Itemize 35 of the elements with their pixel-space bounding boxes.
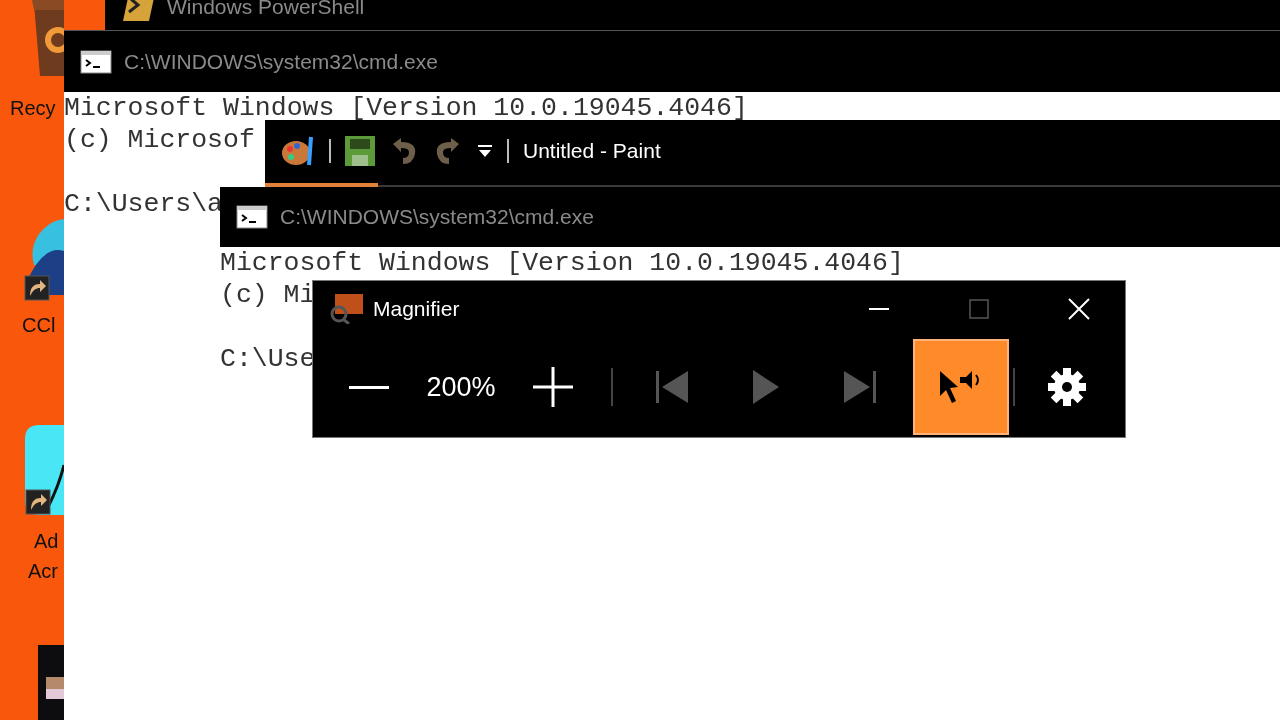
- save-icon[interactable]: [345, 136, 375, 166]
- play-icon: [753, 370, 779, 404]
- trash-bin-icon[interactable]: [32, 0, 64, 76]
- powershell-icon: [123, 0, 155, 21]
- skip-back-icon: [654, 369, 690, 405]
- app-shortcut-icon[interactable]: [25, 425, 64, 515]
- maximize-icon: [969, 299, 989, 319]
- minimize-icon: [869, 308, 889, 310]
- window-title: Untitled - Paint: [523, 139, 661, 163]
- window-title: Magnifier: [373, 297, 460, 321]
- console-line: C:\Use: [220, 343, 316, 375]
- app-icon[interactable]: [38, 645, 64, 720]
- console-line: (c) Mi: [220, 279, 316, 311]
- settings-icon: [1047, 367, 1087, 407]
- icon-label: Acr: [28, 559, 58, 584]
- plus-icon: [533, 367, 573, 407]
- palette-icon[interactable]: [281, 135, 315, 167]
- console-line: C:\Users\a: [64, 188, 224, 220]
- console-line: Microsoft Windows [Version 10.0.19045.4046]: [64, 92, 748, 124]
- window-title: C:\WINDOWS\system32\cmd.exe: [124, 49, 438, 74]
- console-icon: [236, 205, 268, 229]
- close-icon: [1068, 298, 1090, 320]
- console-icon: [80, 49, 112, 74]
- magnifier-icon: [329, 294, 363, 324]
- icon-label: Recy: [10, 96, 56, 121]
- window-title: C:\WINDOWS\system32\cmd.exe: [280, 205, 594, 229]
- minus-icon: [349, 385, 389, 389]
- icon-label: Ad: [34, 529, 59, 554]
- console-line: Microsoft Windows [Version 10.0.19045.4046]: [220, 247, 904, 279]
- dropdown-icon[interactable]: [477, 143, 493, 159]
- skip-forward-icon: [842, 369, 878, 405]
- read-from-pointer-button[interactable]: [913, 339, 1009, 435]
- icon-label: CCl: [22, 313, 56, 338]
- zoom-level: 200%: [425, 371, 497, 403]
- console-line: (c) Microsof: [64, 124, 255, 156]
